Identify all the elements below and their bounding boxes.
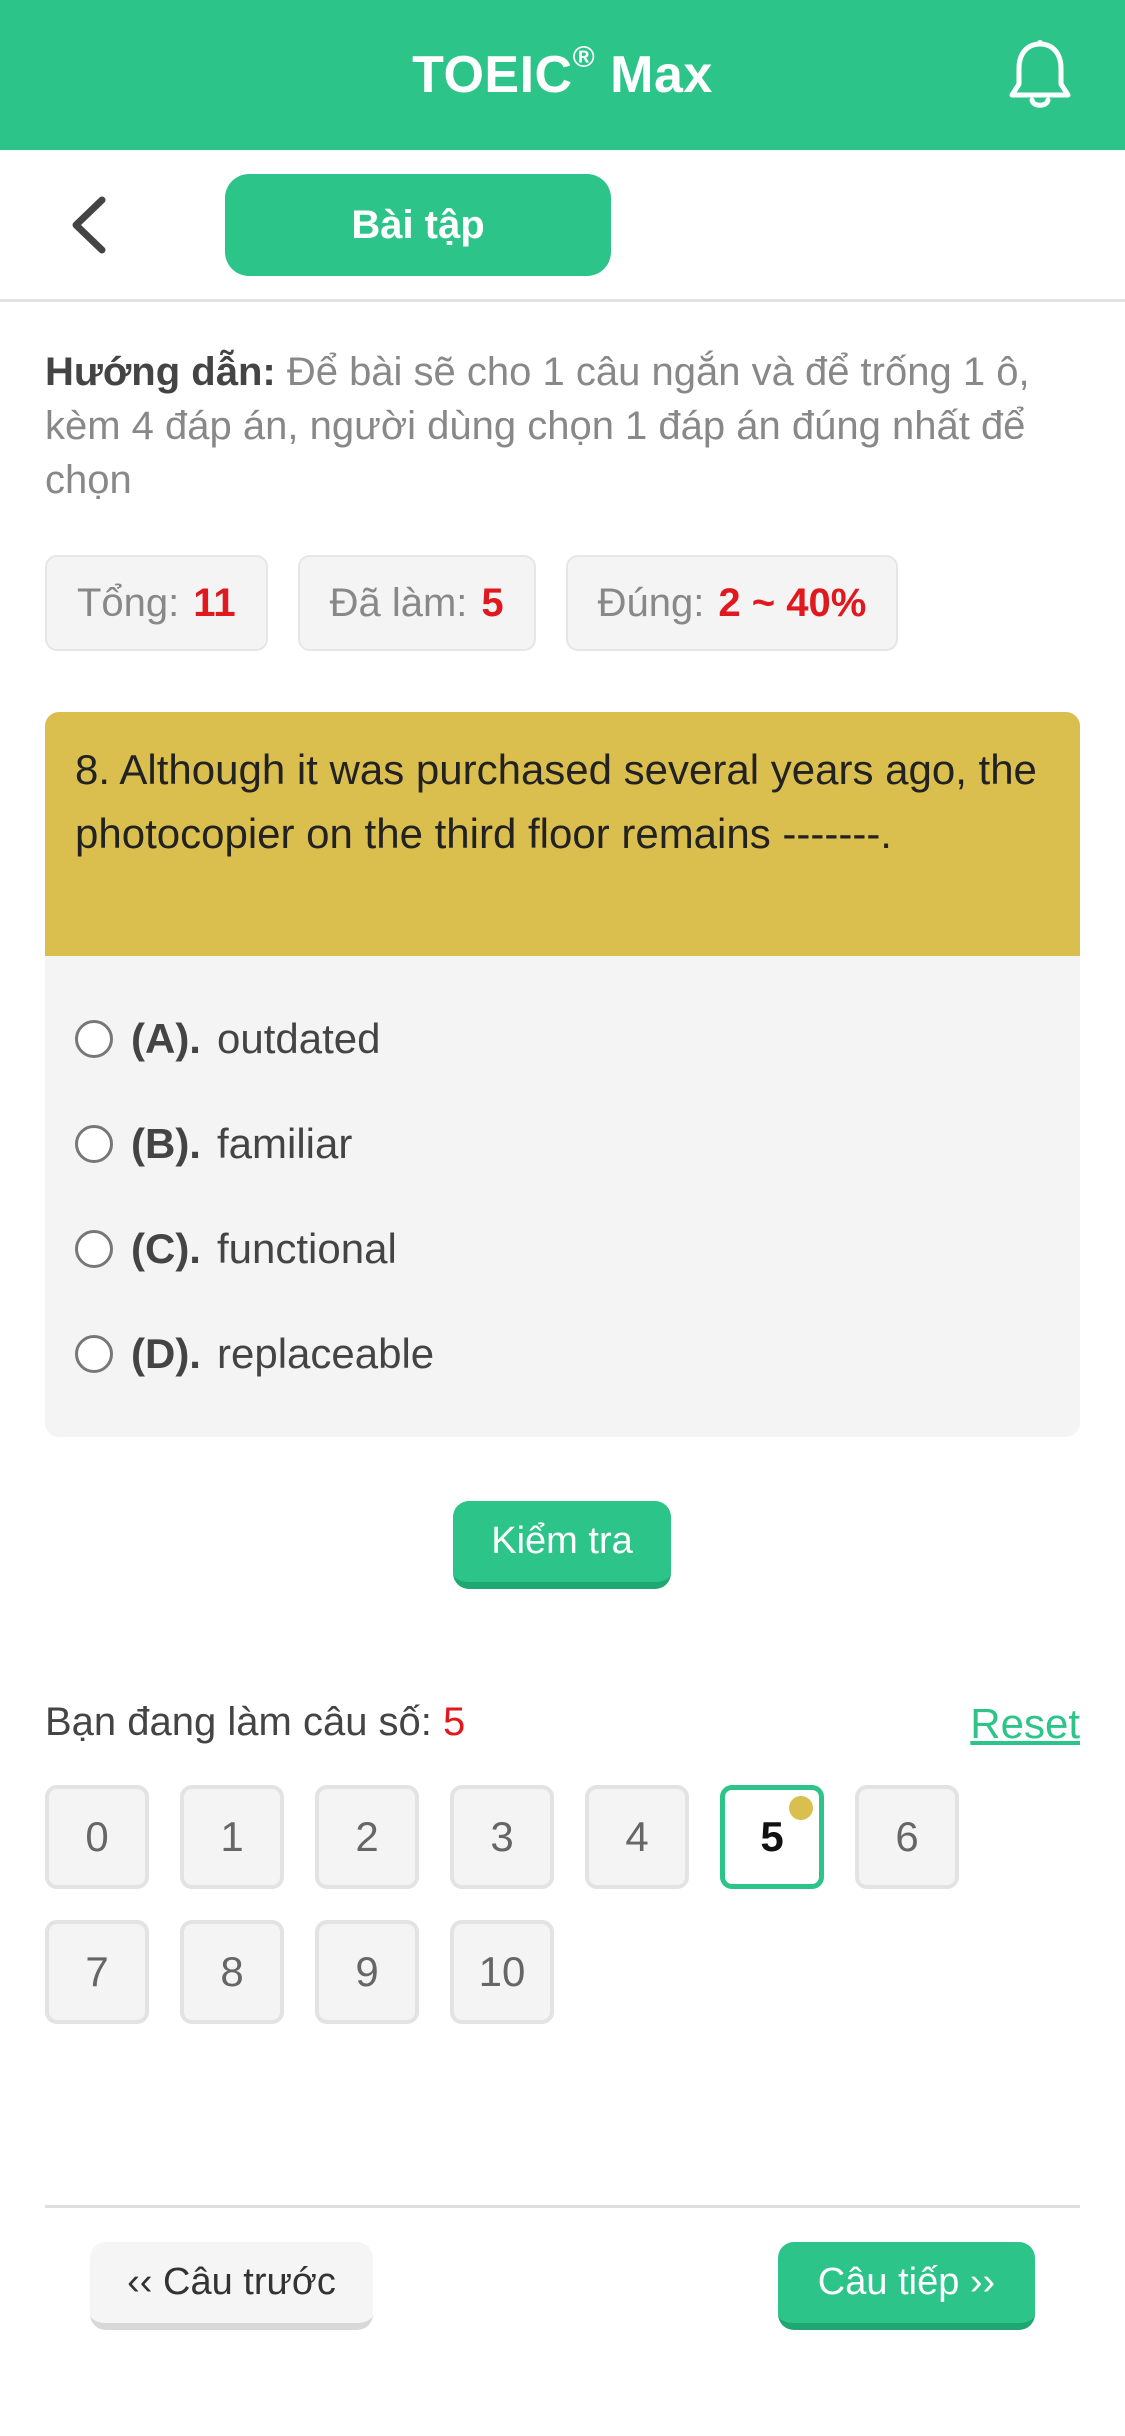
stat-total: Tổng: 11: [45, 555, 268, 651]
question-number-button[interactable]: 2: [315, 1785, 419, 1889]
question-card: 8. Although it was purchased several yea…: [45, 712, 1080, 1437]
instructions-label: Hướng dẫn:: [45, 350, 276, 394]
question-number-button[interactable]: 1: [180, 1785, 284, 1889]
back-arrow-icon[interactable]: [60, 190, 120, 260]
answered-dot: [789, 1796, 813, 1820]
option-c[interactable]: (C). functional: [75, 1196, 1050, 1301]
radio-button[interactable]: [75, 1334, 113, 1373]
previous-question-button[interactable]: ‹‹ Câu trước: [90, 2242, 373, 2330]
stats-row: Tổng: 11 Đã làm: 5 Đúng: 2 ~ 40%: [45, 555, 899, 651]
radio-button[interactable]: [75, 1019, 113, 1058]
app-title: TOEIC® Max: [412, 41, 713, 104]
question-number-button[interactable]: 8: [180, 1920, 284, 2024]
option-a[interactable]: (A). outdated: [75, 986, 1050, 1091]
question-number-button[interactable]: 9: [315, 1920, 419, 2024]
option-d[interactable]: (D). replaceable: [75, 1301, 1050, 1406]
footer-divider: [45, 2205, 1080, 2208]
reset-link[interactable]: Reset: [970, 1700, 1080, 1748]
registered-mark: ®: [572, 41, 596, 74]
question-number-button[interactable]: 0: [45, 1785, 149, 1889]
question-number-button[interactable]: 3: [450, 1785, 554, 1889]
bell-icon[interactable]: [1005, 38, 1075, 112]
tab-bai-tap[interactable]: Bài tập: [225, 174, 611, 276]
instructions: Hướng dẫn: Để bài sẽ cho 1 câu ngắn và đ…: [45, 345, 1080, 507]
question-number-button-current[interactable]: 5: [720, 1785, 824, 1889]
stat-done: Đã làm: 5: [297, 555, 536, 651]
question-number-button[interactable]: 10: [450, 1920, 554, 2024]
question-number-button[interactable]: 6: [855, 1785, 959, 1889]
option-b[interactable]: (B). familiar: [75, 1091, 1050, 1196]
question-number-button[interactable]: 4: [585, 1785, 689, 1889]
stat-correct: Đúng: 2 ~ 40%: [565, 555, 899, 651]
next-question-button[interactable]: Câu tiếp ››: [778, 2242, 1035, 2330]
radio-button[interactable]: [75, 1229, 113, 1268]
answer-options: (A). outdated (B). familiar (C). functio…: [45, 956, 1080, 1406]
question-number-button[interactable]: 7: [45, 1920, 149, 2024]
current-question-indicator: Bạn đang làm câu số: 5: [45, 1700, 466, 1744]
question-text: 8. Although it was purchased several yea…: [45, 712, 1080, 956]
app-bar: TOEIC® Max: [0, 0, 1125, 150]
radio-button[interactable]: [75, 1124, 113, 1163]
check-button[interactable]: Kiểm tra: [453, 1501, 671, 1589]
sub-navigation: Bài tập: [0, 150, 1125, 302]
